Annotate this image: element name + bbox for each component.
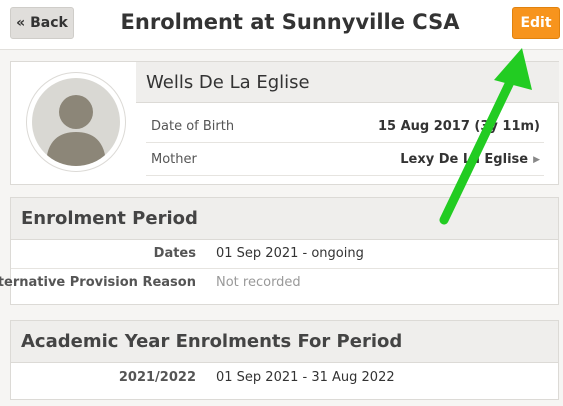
- back-button[interactable]: « Back: [10, 7, 74, 39]
- person-silhouette-icon: [32, 78, 120, 166]
- edit-button[interactable]: Edit: [512, 7, 560, 39]
- alternative-provision-value: Not recorded: [216, 275, 301, 290]
- enrolment-period-title: Enrolment Period: [21, 208, 198, 229]
- child-profile-card: Wells De La Eglise Date of Birth 15 Aug …: [10, 61, 559, 185]
- academic-year-header: Academic Year Enrolments For Period: [11, 321, 558, 363]
- enrolment-period-section: Enrolment Period Dates 01 Sep 2021 - ong…: [0, 197, 559, 305]
- page-title: Enrolment at Sunnyville CSA: [120, 10, 460, 34]
- date-of-birth-label: Date of Birth: [151, 119, 235, 134]
- dates-label: Dates: [153, 246, 196, 261]
- dates-value: 01 Sep 2021 - ongoing: [216, 246, 364, 261]
- mother-link[interactable]: Lexy De La Eglise ▶: [400, 152, 540, 167]
- academic-year-value: 01 Sep 2021 - 31 Aug 2022: [216, 370, 395, 385]
- alternative-provision-row: Alternative Provision Reason Not recorde…: [0, 269, 558, 298]
- profile-header: Wells De La Eglise: [136, 62, 559, 103]
- avatar: [26, 72, 126, 172]
- academic-year-title: Academic Year Enrolments For Period: [21, 331, 403, 352]
- date-of-birth-row: Date of Birth 15 Aug 2017 (3y 11m): [146, 110, 544, 143]
- chevron-right-icon: ▶: [533, 155, 540, 165]
- academic-year-section: Academic Year Enrolments For Period 2021…: [10, 320, 559, 400]
- mother-row[interactable]: Mother Lexy De La Eglise ▶: [146, 143, 544, 176]
- alternative-provision-label: Alternative Provision Reason: [0, 275, 196, 290]
- mother-label: Mother: [151, 152, 197, 167]
- mother-name[interactable]: Lexy De La Eglise: [400, 152, 528, 167]
- academic-year-label: 2021/2022: [118, 370, 196, 385]
- academic-year-row: 2021/2022 01 Sep 2021 - 31 Aug 2022: [11, 364, 558, 393]
- date-of-birth-value: 15 Aug 2017 (3y 11m): [377, 119, 540, 134]
- enrolment-period-header: Enrolment Period: [11, 198, 558, 240]
- dates-row: Dates 01 Sep 2021 - ongoing: [11, 240, 558, 269]
- top-bar: « Back Enrolment at Sunnyville CSA Edit: [0, 0, 563, 50]
- child-name: Wells De La Eglise: [146, 72, 310, 93]
